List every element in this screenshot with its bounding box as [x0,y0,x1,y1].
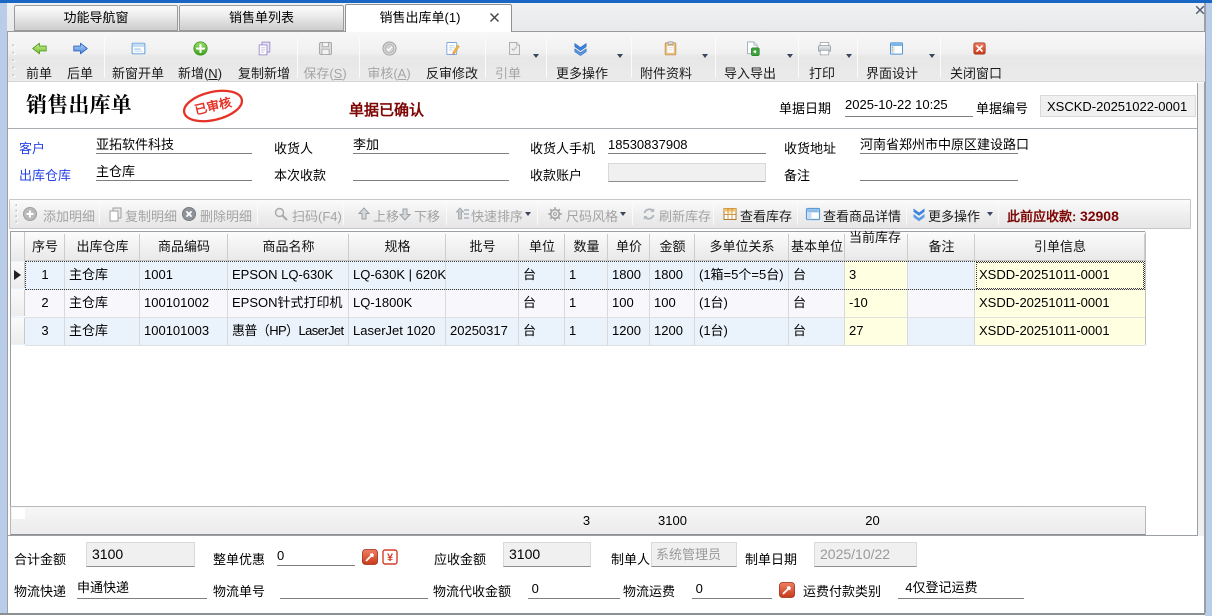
svg-text:¥: ¥ [387,552,394,564]
svg-text:已审核: 已审核 [193,94,233,117]
